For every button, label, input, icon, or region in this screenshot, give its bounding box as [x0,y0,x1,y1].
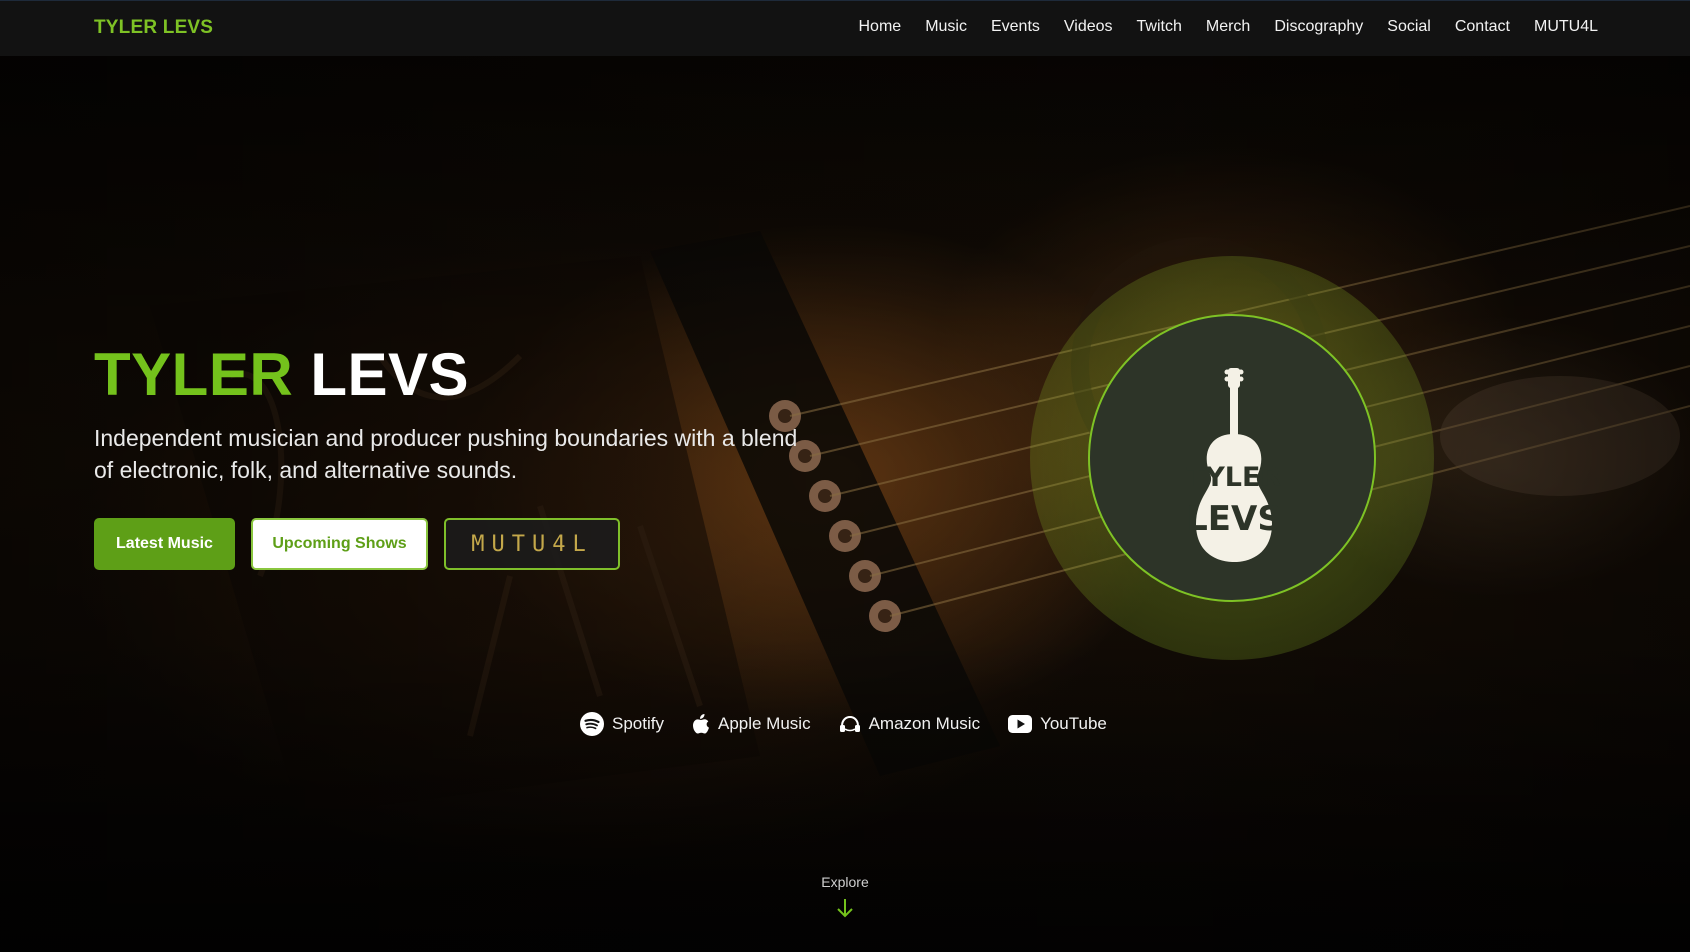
youtube-icon [1008,715,1033,733]
hero-subtitle: Independent musician and producer pushin… [94,425,798,483]
hero-title: TYLER LEVS [94,340,469,410]
arrow-down-icon[interactable] [835,897,855,919]
apple-music-label: Apple Music [717,714,811,733]
nav-discography[interactable]: Discography [1274,18,1363,36]
hero-overlay [0,56,1690,952]
nav-merch[interactable]: Merch [1206,18,1250,36]
upcoming-shows-button[interactable]: Upcoming Shows [251,518,428,570]
page: TYLER LEVS Home Music Events Videos Twit… [0,0,1690,952]
navbar: TYLER LEVS Home Music Events Videos Twit… [0,0,1690,56]
nav-contact[interactable]: Contact [1455,18,1510,36]
amazon-music-icon [839,715,860,732]
amazon-music-label: Amazon Music [868,714,981,733]
hero-title-last: LEVS [310,341,470,408]
nav-mutu4l[interactable]: MUTU4L [1534,18,1598,36]
guitar-logo: TYLER LEVS [1088,314,1376,602]
nav-twitch[interactable]: Twitch [1137,18,1182,36]
hero-title-first: TYLER [94,341,294,408]
latest-music-button[interactable]: Latest Music [94,518,235,570]
streaming-links: Spotify Apple Music Amazon Music YouTube [580,712,1107,736]
nav-videos[interactable]: Videos [1064,18,1113,36]
apple-music-link[interactable]: Apple Music [692,714,811,734]
brand-logo-text[interactable]: TYLER LEVS [94,17,213,39]
apple-icon [692,714,709,734]
youtube-label: YouTube [1040,714,1107,733]
amazon-music-link[interactable]: Amazon Music [839,714,980,734]
nav-links: Home Music Events Videos Twitch Merch Di… [859,18,1599,36]
nav-home[interactable]: Home [859,18,902,36]
youtube-link[interactable]: YouTube [1008,714,1107,734]
spotify-icon [580,712,604,736]
nav-music[interactable]: Music [925,18,967,36]
mutu4l-button[interactable]: MUTU4L [444,518,620,570]
spotify-label: Spotify [612,714,664,733]
guitar-icon: TYLER LEVS [1186,368,1282,562]
nav-events[interactable]: Events [991,18,1040,36]
logo-text-line1: TYLER [1187,462,1282,493]
explore-label: Explore [821,874,869,890]
nav-social[interactable]: Social [1387,18,1431,36]
logo-text-line2: LEVS [1186,499,1282,539]
spotify-link[interactable]: Spotify [580,712,664,736]
